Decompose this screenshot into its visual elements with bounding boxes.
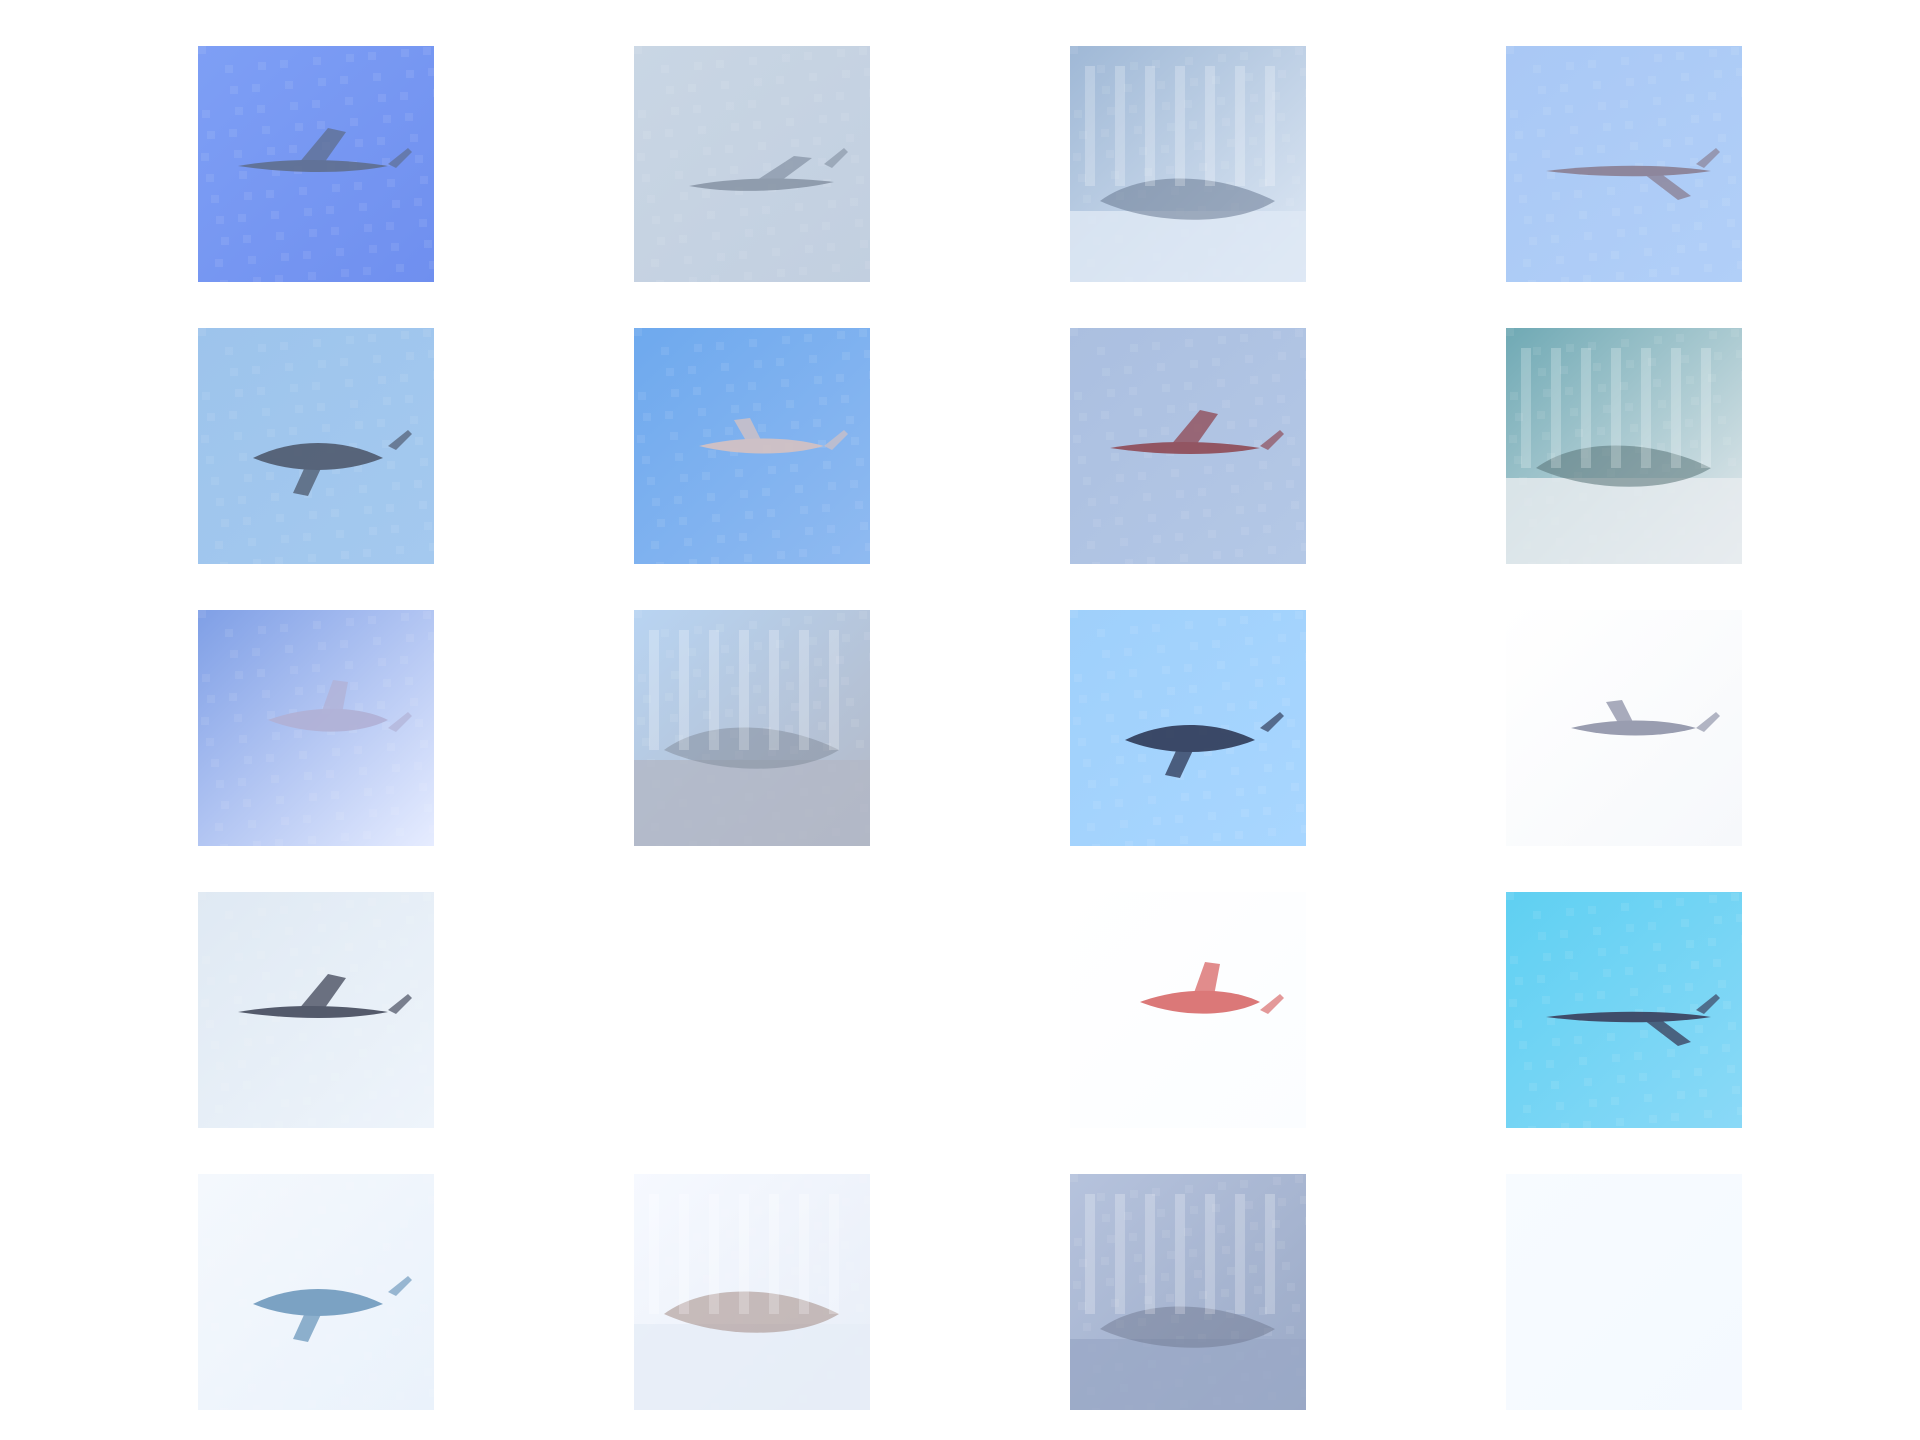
pixelated-photo	[198, 328, 434, 564]
pixelated-photo	[1506, 1174, 1742, 1410]
image-tile-r1c2	[634, 46, 870, 282]
pixelated-photo	[198, 610, 434, 846]
image-tile-r3c3	[1070, 610, 1306, 846]
pixelated-photo	[634, 328, 870, 564]
image-tile-r2c3	[1070, 328, 1306, 564]
pixelated-photo	[1506, 328, 1742, 564]
pixelated-photo	[1070, 610, 1306, 846]
pixelated-photo	[634, 892, 870, 1128]
image-tile-r5c4	[1506, 1174, 1742, 1410]
pixelated-photo	[634, 46, 870, 282]
image-tile-r5c3	[1070, 1174, 1306, 1410]
image-tile-r2c2	[634, 328, 870, 564]
image-grid	[0, 0, 1920, 1440]
pixelated-photo	[1506, 892, 1742, 1128]
pixelated-photo	[198, 892, 434, 1128]
pixelated-photo	[1070, 46, 1306, 282]
image-tile-r4c4	[1506, 892, 1742, 1128]
pixelated-photo	[1070, 328, 1306, 564]
pixelated-photo	[1070, 1174, 1306, 1410]
image-tile-r3c2	[634, 610, 870, 846]
image-tile-r4c1	[198, 892, 434, 1128]
image-tile-r1c4	[1506, 46, 1742, 282]
pixelated-photo	[634, 1174, 870, 1410]
image-tile-r1c3	[1070, 46, 1306, 282]
image-tile-r1c1	[198, 46, 434, 282]
image-tile-r5c2	[634, 1174, 870, 1410]
image-tile-r2c1	[198, 328, 434, 564]
image-tile-r3c1	[198, 610, 434, 846]
pixelated-photo	[1506, 46, 1742, 282]
image-tile-r5c1	[198, 1174, 434, 1410]
pixelated-photo	[634, 610, 870, 846]
image-tile-r3c4	[1506, 610, 1742, 846]
image-tile-r2c4	[1506, 328, 1742, 564]
pixelated-photo	[198, 1174, 434, 1410]
image-tile-r4c2	[634, 892, 870, 1128]
pixelated-photo	[198, 46, 434, 282]
pixelated-photo	[1070, 892, 1306, 1128]
pixelated-photo	[1506, 610, 1742, 846]
image-tile-r4c3	[1070, 892, 1306, 1128]
